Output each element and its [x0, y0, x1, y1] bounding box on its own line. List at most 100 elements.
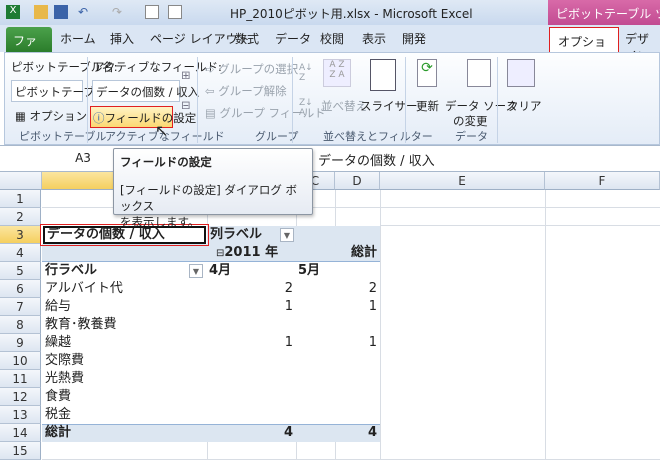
formula-input[interactable]: データの個数 / 収入	[318, 150, 435, 169]
pivot-options-label: オプション	[29, 109, 88, 123]
refresh-button[interactable]: 更新	[416, 98, 439, 114]
clear-button[interactable]: クリア	[507, 98, 542, 114]
row-header-15[interactable]: 15	[0, 442, 41, 460]
field-settings-label: フィールドの設定	[104, 111, 197, 125]
row-item-apr	[207, 370, 293, 388]
change-source-icon	[467, 59, 491, 87]
save-icon[interactable]	[54, 5, 68, 19]
ungroup-button[interactable]: ⇦ グループ解除	[205, 83, 287, 99]
column-header-d[interactable]: D	[335, 172, 380, 190]
tab-home[interactable]: ホーム	[60, 30, 96, 47]
tooltip: フィールドの設定 [フィールドの設定] ダイアログ ボックス を表示します。	[113, 148, 313, 229]
row-header-1[interactable]: 1	[0, 190, 41, 208]
col-label-filter-button[interactable]: ▼	[280, 228, 294, 242]
tab-data[interactable]: データ	[275, 30, 311, 47]
row-item-label: 繰越	[45, 335, 72, 350]
row-header-12[interactable]: 12	[0, 388, 41, 406]
change-source-button-line2[interactable]: の変更	[453, 113, 488, 129]
pivot-header-bg	[42, 244, 207, 262]
year-label: 2011 年	[224, 245, 279, 260]
ribbon: ピボットテーブル名: ピボットテーブル1 ▦ オプション ▾ ピボットテーブル …	[4, 52, 660, 145]
tab-options[interactable]: オプション	[549, 27, 619, 66]
row-item-apr	[207, 316, 293, 334]
row-item-total: 1	[368, 335, 377, 350]
row-header-7[interactable]: 7	[0, 298, 41, 316]
row-header-5[interactable]: 5	[0, 262, 41, 280]
active-field-input[interactable]: データの個数 / 収入	[92, 80, 199, 102]
slicer-button[interactable]: スライサー	[360, 98, 418, 114]
row-header-3[interactable]: 3	[0, 226, 41, 244]
column-header-e[interactable]: E	[380, 172, 545, 190]
row-item-total	[335, 370, 377, 388]
month-may: 5月	[298, 263, 321, 278]
row-header-6[interactable]: 6	[0, 280, 41, 298]
redo-icon[interactable]: ↷	[112, 5, 126, 19]
collapse-field-icon[interactable]: ⊟	[181, 98, 191, 112]
tab-view[interactable]: 表示	[362, 30, 386, 47]
separator	[497, 57, 498, 143]
row-item-total	[335, 316, 377, 334]
grand-total-header: 総計	[350, 245, 377, 260]
select-all-corner[interactable]	[0, 172, 42, 190]
tab-formulas[interactable]: 数式	[235, 30, 259, 47]
clear-icon	[507, 59, 535, 87]
open-icon[interactable]	[34, 5, 48, 19]
row-item-apr: 1	[284, 335, 293, 350]
row-item-total: 1	[368, 299, 377, 314]
context-header: ピボットテーブル ツール	[548, 0, 660, 25]
row-header-14[interactable]: 14	[0, 424, 41, 442]
row-header-9[interactable]: 9	[0, 334, 41, 352]
pivot-name-input[interactable]: ピボットテーブル1	[11, 80, 114, 102]
tab-file[interactable]: ファイル	[6, 27, 52, 65]
undo-icon[interactable]: ↶	[78, 5, 92, 19]
row-item-apr	[207, 406, 293, 424]
group-selection-button[interactable]: ➪ グループの選択	[205, 61, 298, 77]
row-item-total	[335, 388, 377, 406]
row-header-10[interactable]: 10	[0, 352, 41, 370]
info-icon: ⓘ	[93, 111, 105, 125]
grand-total-value: 4	[367, 425, 377, 440]
sort-az-icon[interactable]: A↓ Z	[299, 63, 313, 83]
sort-dialog-icon: A ZZ A	[323, 59, 351, 87]
row-header-2[interactable]: 2	[0, 208, 41, 226]
row-item-total: 2	[368, 281, 377, 296]
row-item-apr: 1	[284, 299, 293, 314]
mouse-cursor-icon: ↖	[155, 121, 169, 140]
row-item-label: 光熱費	[45, 371, 85, 386]
row-header-11[interactable]: 11	[0, 370, 41, 388]
row-item-total	[335, 406, 377, 424]
tab-review[interactable]: 校閲	[320, 30, 344, 47]
year-cell: ⊟2011 年	[216, 244, 278, 262]
row-header-13[interactable]: 13	[0, 406, 41, 424]
row-item-apr	[207, 388, 293, 406]
grand-total-apr: 4	[283, 425, 293, 440]
row-item-apr: 2	[284, 281, 293, 296]
row-item-label: 給与	[45, 299, 72, 314]
group-selection-label: グループの選択	[218, 62, 299, 76]
row-header-8[interactable]: 8	[0, 316, 41, 334]
tab-developer[interactable]: 開発	[402, 30, 426, 47]
separator	[292, 57, 293, 143]
spreadsheet-grid[interactable]: A B C D E F 123456789101112131415 データの個数…	[0, 172, 660, 460]
row-item-label: 食費	[45, 389, 72, 404]
window-title: HP_2010ピボット用.xlsx - Microsoft Excel	[230, 7, 473, 21]
sort-za-icon[interactable]: Z↓ A	[299, 98, 313, 118]
tab-insert[interactable]: 挿入	[110, 30, 134, 47]
row-item-apr	[207, 352, 293, 370]
row-label-filter-button[interactable]: ▼	[189, 264, 203, 278]
pivot-options-button[interactable]: ▦ オプション ▾	[15, 108, 96, 124]
row-item-label: アルバイト代	[45, 281, 123, 296]
slicer-icon	[370, 59, 396, 91]
print-preview-icon[interactable]	[145, 5, 159, 19]
tooltip-title: フィールドの設定	[120, 155, 212, 169]
new-icon[interactable]	[168, 5, 182, 19]
row-header-4[interactable]: 4	[0, 244, 41, 262]
month-apr: 4月	[209, 263, 232, 278]
separator	[197, 57, 198, 143]
expand-field-icon[interactable]: ⊞	[181, 68, 191, 82]
excel-logo-icon: X	[6, 5, 20, 19]
row-item-label: 教育･教養費	[45, 317, 117, 332]
row-item-label: 税金	[45, 407, 72, 422]
active-field-label: アクティブなフィールド:	[93, 60, 222, 74]
column-header-f[interactable]: F	[545, 172, 660, 190]
